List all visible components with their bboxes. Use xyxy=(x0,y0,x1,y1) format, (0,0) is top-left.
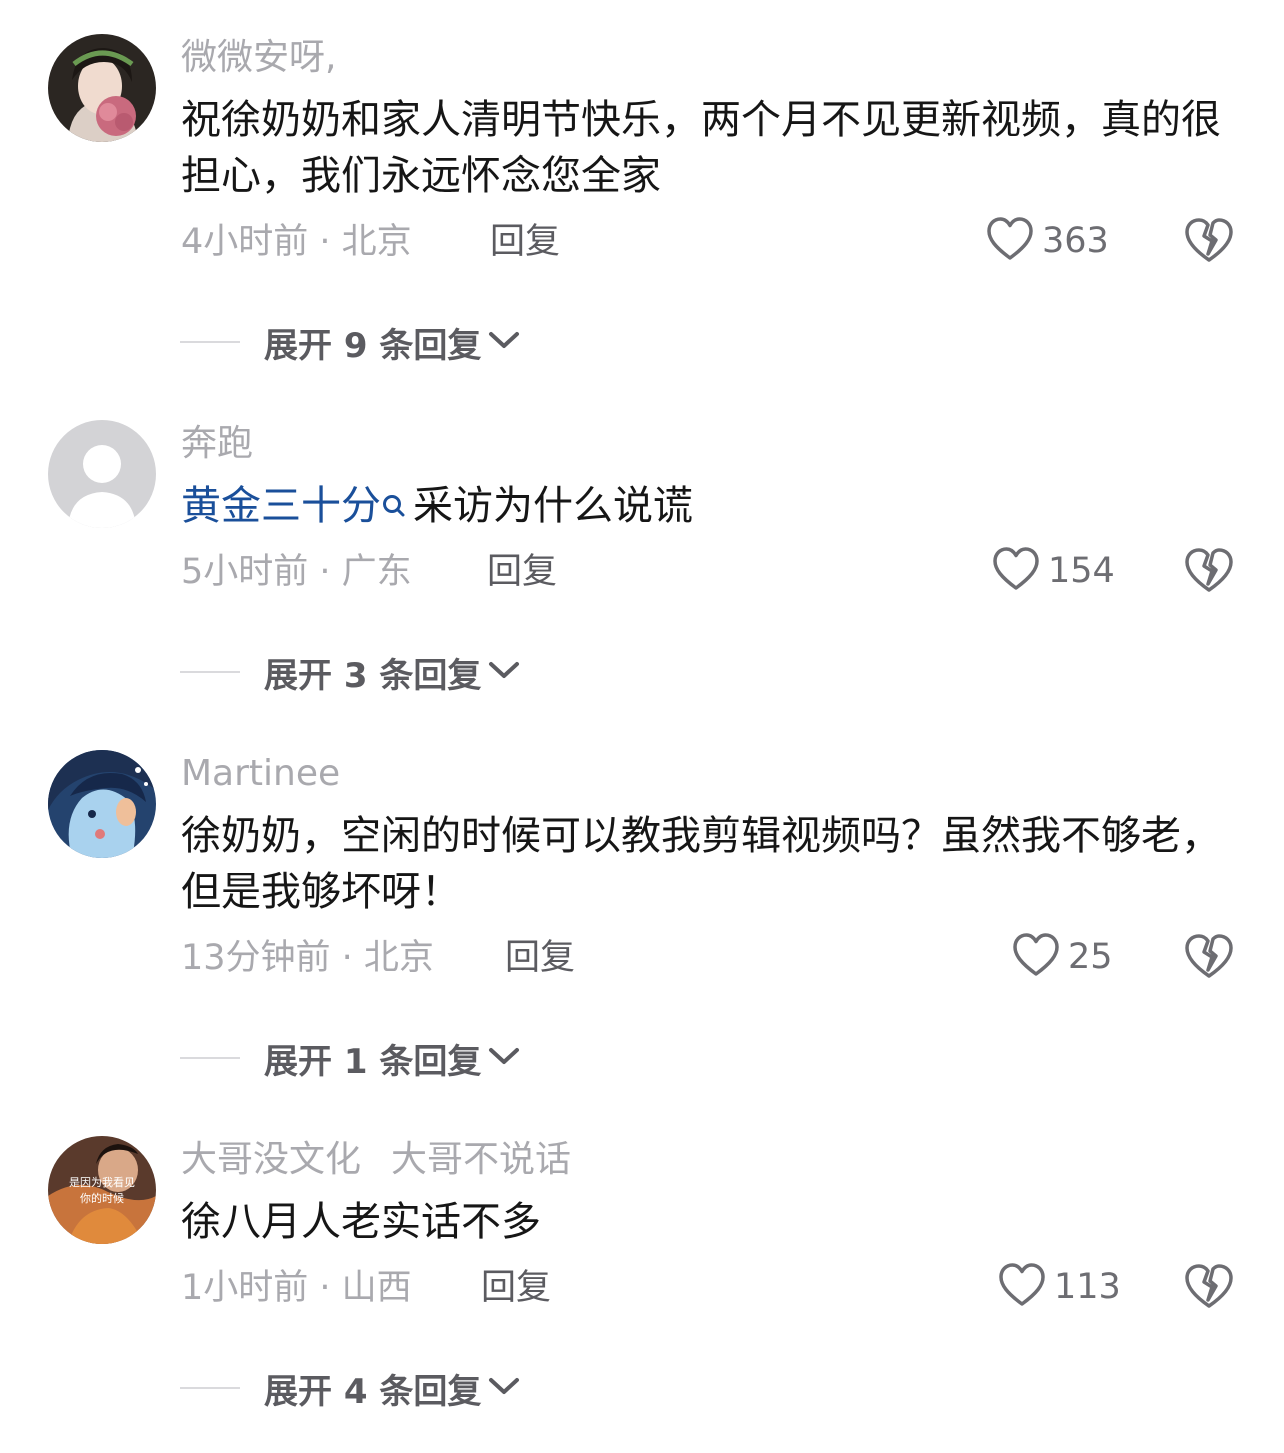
comment-username[interactable]: 大哥没文化 大哥不说话 xyxy=(181,1138,571,1182)
avatar[interactable]: 是因为我看见 你的时候 xyxy=(48,1136,156,1244)
divider xyxy=(180,1057,240,1059)
broken-heart-icon xyxy=(1184,548,1234,598)
expand-replies-label: 展开 9 条回复 xyxy=(264,325,482,366)
comment-text: 徐八月人老实话不多 xyxy=(181,1199,541,1245)
reply-button[interactable]: 回复 xyxy=(490,220,560,264)
username-secondary[interactable]: 大哥不说话 xyxy=(391,1139,571,1180)
comment-text: 徐奶奶，空闲的时候可以教我剪辑视频吗？虽然我不够老，但是我够坏呀！ xyxy=(181,813,1221,915)
comment-username[interactable]: Martinee xyxy=(181,752,340,796)
avatar-caption: 你的时候 xyxy=(80,1191,124,1205)
comment-username[interactable]: 奔跑 xyxy=(181,422,253,466)
comment-text: 黄金三十分 采访为什么说谎 xyxy=(181,478,1241,536)
like-count: 25 xyxy=(1068,937,1113,977)
like-button[interactable]: 25 xyxy=(1012,932,1113,982)
heart-outline-icon xyxy=(992,546,1040,596)
heart-outline-icon xyxy=(1012,932,1060,982)
expand-replies-label: 展开 4 条回复 xyxy=(264,1371,482,1412)
reply-button[interactable]: 回复 xyxy=(481,1266,551,1310)
like-button[interactable]: 113 xyxy=(998,1262,1121,1312)
expand-replies[interactable]: 展开 4 条回复 xyxy=(180,1366,521,1412)
reply-button[interactable]: 回复 xyxy=(487,550,557,594)
comment-meta: 4小时前 · 北京 xyxy=(181,222,412,262)
like-count: 154 xyxy=(1048,551,1115,591)
expand-replies-label: 展开 3 条回复 xyxy=(264,655,482,696)
heart-outline-icon xyxy=(986,216,1034,266)
like-count: 363 xyxy=(1042,221,1109,261)
reply-button[interactable]: 回复 xyxy=(505,936,575,980)
comment-meta: 13分钟前 · 北京 xyxy=(181,938,434,978)
divider xyxy=(180,1387,240,1389)
chevron-down-icon xyxy=(487,1045,521,1071)
comment-text-body: 采访为什么说谎 xyxy=(413,483,693,529)
avatar-caption: 是因为我看见 xyxy=(69,1175,135,1189)
chevron-down-icon xyxy=(487,329,521,355)
comment-text: 祝徐奶奶和家人清明节快乐，两个月不见更新视频，真的很担心，我们永远怀念您全家 xyxy=(181,97,1221,199)
chevron-down-icon xyxy=(487,659,521,685)
divider xyxy=(180,671,240,673)
avatar[interactable] xyxy=(48,750,156,858)
comment-meta: 5小时前 · 广东 xyxy=(181,552,412,592)
heart-outline-icon xyxy=(998,1262,1046,1312)
broken-heart-icon xyxy=(1184,218,1234,268)
chevron-down-icon xyxy=(487,1375,521,1401)
like-count: 113 xyxy=(1054,1267,1121,1307)
like-button[interactable]: 154 xyxy=(992,546,1115,596)
dislike-button[interactable] xyxy=(1184,1262,1234,1312)
comment-meta: 1小时前 · 山西 xyxy=(181,1268,412,1308)
comment-username[interactable]: 微微安呀, xyxy=(181,36,336,80)
dislike-button[interactable] xyxy=(1184,216,1234,266)
avatar[interactable] xyxy=(48,420,156,528)
dislike-button[interactable] xyxy=(1184,932,1234,982)
avatar[interactable] xyxy=(48,34,156,142)
username-primary[interactable]: 大哥没文化 xyxy=(181,1139,361,1180)
expand-replies[interactable]: 展开 3 条回复 xyxy=(180,650,521,696)
expand-replies-label: 展开 1 条回复 xyxy=(264,1041,482,1082)
expand-replies[interactable]: 展开 1 条回复 xyxy=(180,1036,521,1082)
like-button[interactable]: 363 xyxy=(986,216,1109,266)
broken-heart-icon xyxy=(1184,934,1234,984)
expand-replies[interactable]: 展开 9 条回复 xyxy=(180,320,521,366)
broken-heart-icon xyxy=(1184,1264,1234,1314)
search-icon xyxy=(381,480,407,536)
divider xyxy=(180,341,240,343)
dislike-button[interactable] xyxy=(1184,546,1234,596)
topic-link[interactable]: 黄金三十分 xyxy=(181,483,381,529)
